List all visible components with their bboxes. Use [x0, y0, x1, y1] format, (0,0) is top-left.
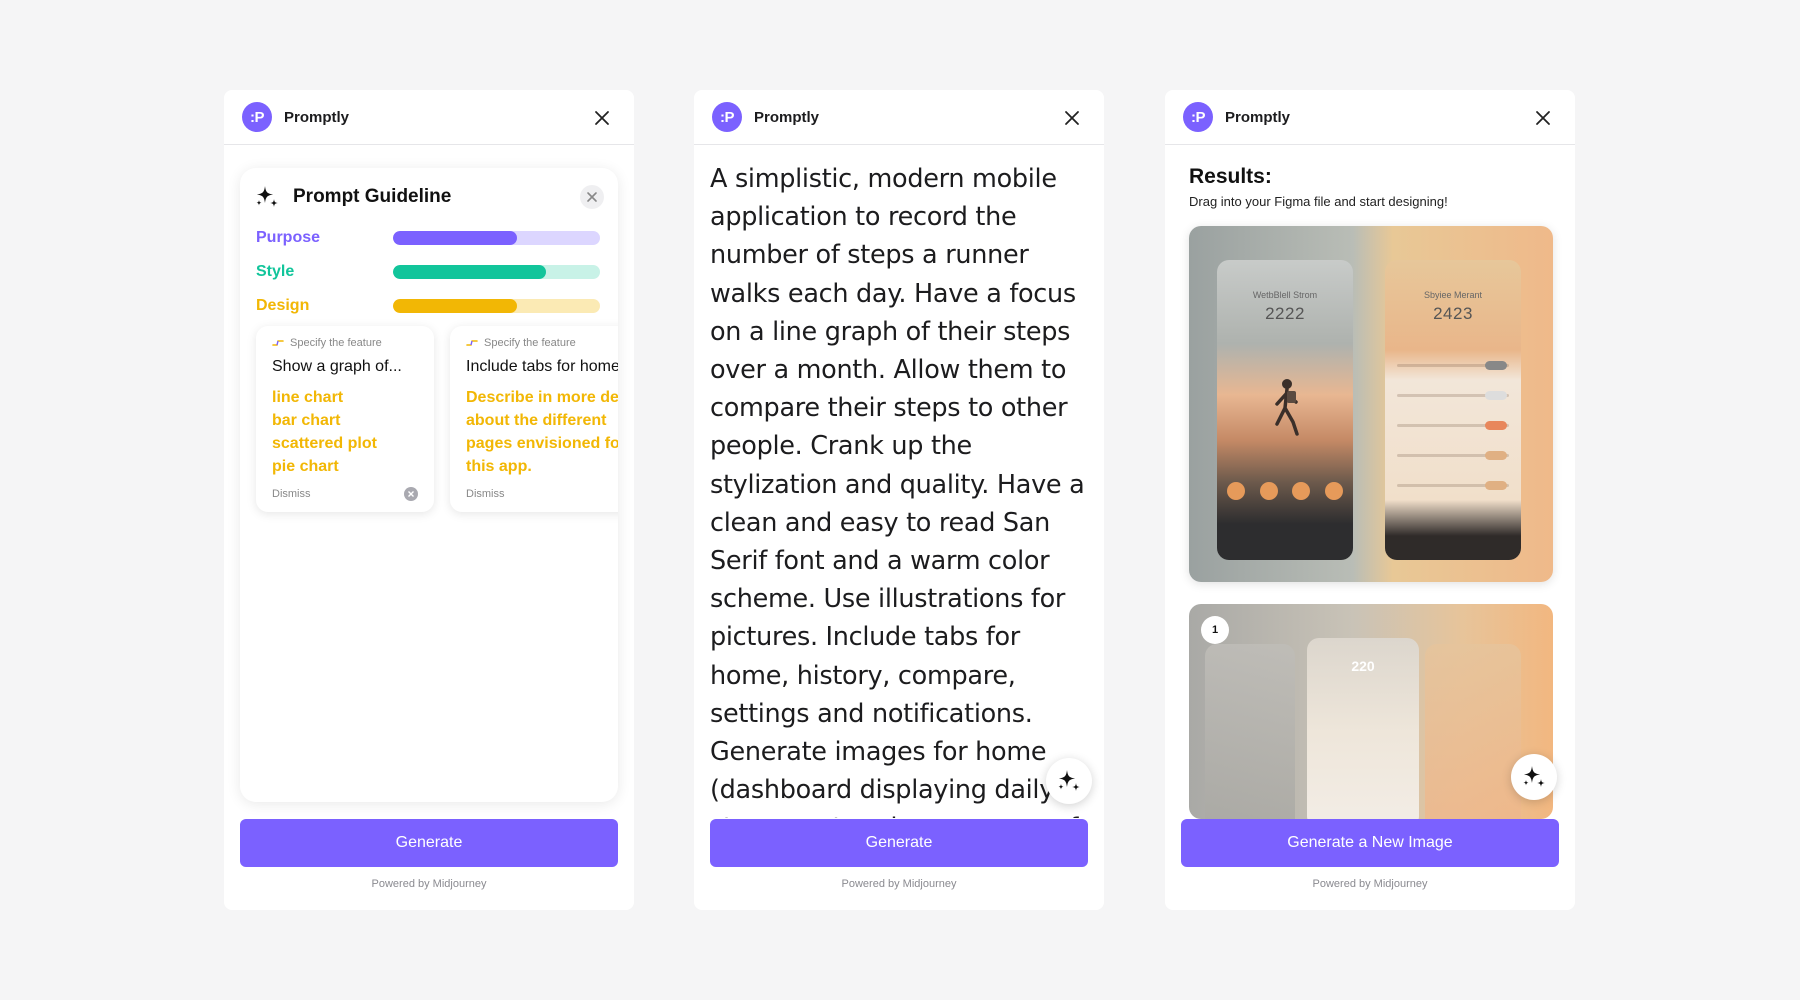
suggestion-hint: Specify the feature: [484, 337, 576, 349]
prompt-panel: :P Promptly A simplistic, modern mobile …: [694, 90, 1104, 910]
feature-icon: [272, 340, 284, 346]
metric-label: Design: [256, 297, 310, 314]
suggestion-card[interactable]: Specify the feature Include tabs for hom…: [450, 326, 618, 512]
prompt-text-area[interactable]: A simplistic, modern mobile application …: [710, 146, 1092, 818]
mockup-phone: WetbBlell Strom 2222: [1217, 260, 1353, 560]
suggestion-title: Include tabs for home: [466, 358, 618, 375]
powered-by-label: Powered by Midjourney: [371, 878, 487, 890]
metric-label: Style: [256, 263, 295, 280]
mockup-phone: 220: [1307, 638, 1419, 819]
results-subtitle: Drag into your Figma file and start desi…: [1189, 194, 1448, 209]
dismiss-button[interactable]: Dismiss: [466, 488, 505, 500]
results-panel: :P Promptly Results: Drag into your Figm…: [1165, 90, 1575, 910]
suggestion-description: Describe in more detail about the differ…: [466, 389, 618, 475]
mockup-phone: Sbyiee Merant 2423: [1385, 260, 1521, 560]
style-progress-bar: [393, 265, 600, 279]
option-bar-chart[interactable]: bar chart: [272, 409, 418, 432]
image-number-badge: 1: [1201, 616, 1229, 644]
suggestion-options: line chart bar chart scattered plot pie …: [272, 386, 418, 478]
metric-design: Design: [256, 296, 602, 316]
feature-icon: [466, 340, 478, 346]
option-pie-chart[interactable]: pie chart: [272, 455, 418, 478]
panel-header: :P Promptly: [694, 90, 1104, 145]
promptly-logo: :P: [1183, 102, 1213, 132]
promptly-logo: :P: [242, 102, 272, 132]
suggestion-title: Show a graph of...: [272, 358, 402, 375]
sparkle-icon: [254, 184, 280, 210]
option-scattered-plot[interactable]: scattered plot: [272, 432, 418, 455]
guideline-title: Prompt Guideline: [293, 186, 452, 207]
app-name: Promptly: [1225, 108, 1291, 126]
close-icon[interactable]: [1062, 108, 1082, 128]
results-title: Results:: [1189, 165, 1272, 188]
guideline-panel: :P Promptly Prompt Guideline Purpose Sty…: [224, 90, 634, 910]
sparkle-icon: [1058, 770, 1080, 791]
app-name: Promptly: [754, 108, 820, 126]
suggestion-hint: Specify the feature: [290, 337, 382, 349]
option-line-chart[interactable]: line chart: [272, 386, 418, 409]
metric-purpose: Purpose: [256, 228, 602, 248]
close-icon[interactable]: [580, 185, 604, 209]
generate-button[interactable]: Generate: [710, 819, 1088, 867]
sparkle-button[interactable]: [1511, 754, 1557, 800]
guideline-header: Prompt Guideline: [254, 182, 604, 212]
sparkle-button[interactable]: [1046, 758, 1092, 804]
purpose-progress-bar: [393, 231, 600, 245]
dismiss-button[interactable]: Dismiss: [272, 488, 311, 500]
suggestion-card[interactable]: Specify the feature Show a graph of... l…: [256, 326, 434, 512]
prompt-guideline-card: Prompt Guideline Purpose Style Design Sp…: [240, 168, 618, 802]
close-icon[interactable]: [592, 108, 612, 128]
app-name: Promptly: [284, 108, 350, 126]
panel-header: :P Promptly: [1165, 90, 1575, 145]
design-progress-bar: [393, 299, 600, 313]
promptly-logo: :P: [712, 102, 742, 132]
panel-header: :P Promptly: [224, 90, 634, 145]
mockup-phone: [1205, 644, 1295, 819]
metric-label: Purpose: [256, 229, 321, 246]
mockup-phone: [1425, 644, 1521, 819]
result-image[interactable]: WetbBlell Strom 2222 Sbyiee Merant 2423: [1189, 226, 1553, 582]
generate-button[interactable]: Generate: [240, 819, 618, 867]
powered-by-label: Powered by Midjourney: [841, 878, 957, 890]
metric-style: Style: [256, 262, 602, 282]
generate-new-image-button[interactable]: Generate a New Image: [1181, 819, 1559, 867]
runner-illustration: [1275, 379, 1299, 436]
result-image[interactable]: 220 1: [1189, 604, 1553, 819]
sparkle-icon: [1523, 766, 1545, 787]
dismiss-icon[interactable]: [404, 487, 418, 501]
close-icon[interactable]: [1533, 108, 1553, 128]
powered-by-label: Powered by Midjourney: [1312, 878, 1428, 890]
